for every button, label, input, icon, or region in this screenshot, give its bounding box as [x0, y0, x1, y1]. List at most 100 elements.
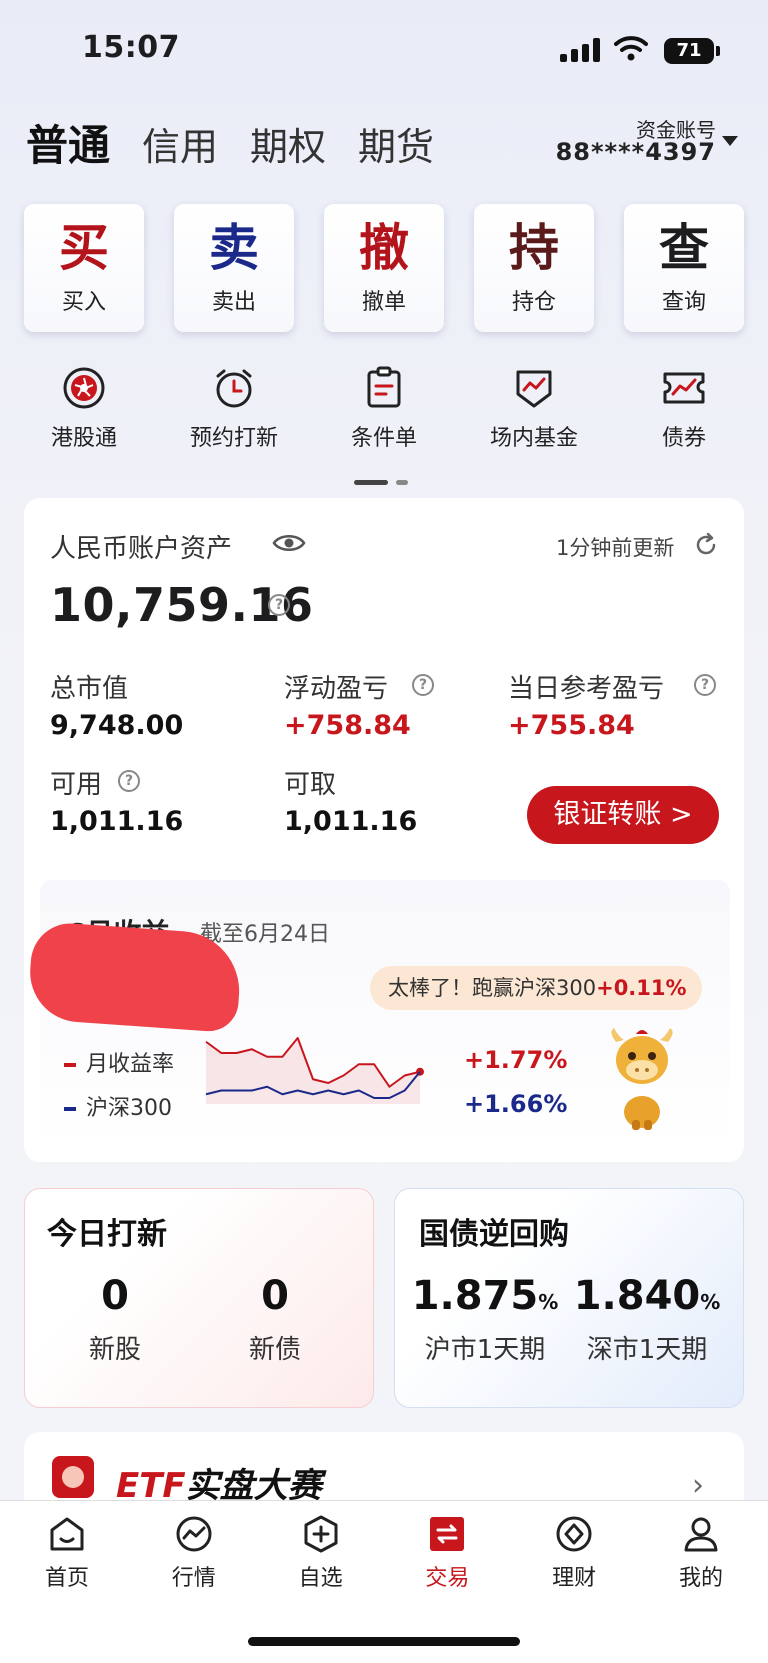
nav-label: 理财 — [552, 1566, 597, 1591]
signal-icon — [560, 38, 602, 62]
bottom-nav-items: 首页 行情 自选 交易 理财 我的 — [4, 1514, 764, 1592]
legend-monthly-return: 月收益率 — [64, 1046, 174, 1078]
floating-pnl-value: +758.84 — [284, 710, 411, 741]
query-button[interactable]: 查 查询 — [624, 204, 744, 332]
page-indicator — [354, 472, 416, 491]
new-stock-count: 0 — [101, 1273, 129, 1319]
shortcut-conditional-order[interactable]: 条件单 — [309, 366, 459, 452]
nav-trade[interactable]: 交易 — [384, 1514, 510, 1592]
tab-futures[interactable]: 期货 — [358, 116, 434, 171]
alarm-clock-icon — [216, 369, 252, 408]
nav-wealth[interactable]: 理财 — [511, 1514, 637, 1592]
query-label: 查询 — [661, 290, 706, 315]
wifi-icon — [614, 34, 648, 66]
buy-button[interactable]: 买 买入 — [24, 204, 144, 332]
market-value: 9,748.00 — [50, 710, 184, 741]
withdrawable-value: 1,011.16 — [284, 806, 418, 837]
nav-label: 交易 — [425, 1566, 470, 1591]
account-number[interactable]: 88****4397 — [556, 138, 716, 166]
eye-icon[interactable] — [272, 532, 306, 558]
bubble-text: 太棒了！跑赢沪深300 — [388, 976, 597, 1000]
legend-csi300: 沪深300 — [64, 1090, 172, 1122]
query-char: 查 — [659, 218, 709, 277]
shortcut-row: 港股通 预约打新 条件单 场内基金 债券 — [24, 366, 744, 452]
status-time: 15:07 — [82, 30, 180, 65]
bond-ticket-icon — [663, 372, 705, 404]
nav-label: 我的 — [678, 1566, 723, 1591]
watchlist-add-icon — [304, 1515, 338, 1553]
sh-rate-value: 1.875 — [411, 1273, 539, 1319]
help-icon[interactable]: ? — [118, 770, 140, 792]
cancel-label: 撤单 — [361, 290, 406, 315]
shortcut-ipo-reserve[interactable]: 预约打新 — [159, 366, 309, 452]
cancel-order-button[interactable]: 撤 撤单 — [324, 204, 444, 332]
sh-label: 沪市1天期 — [424, 1335, 546, 1365]
shortcut-label: 场内基金 — [489, 426, 578, 451]
tab-credit[interactable]: 信用 — [142, 116, 218, 171]
legend-label: 月收益率 — [86, 1052, 175, 1077]
new-stock-label: 新股 — [88, 1335, 141, 1365]
trade-actions: 买 买入 卖 卖出 撤 撤单 持 持仓 查 查询 — [24, 204, 744, 332]
market-chart-icon — [176, 1516, 212, 1552]
help-icon[interactable]: ? — [694, 674, 716, 696]
sz-label: 深市1天期 — [586, 1335, 708, 1365]
buy-label: 买入 — [61, 290, 106, 315]
nav-profile[interactable]: 我的 — [638, 1514, 764, 1592]
new-bond-count: 0 — [261, 1273, 289, 1319]
market-value-label: 总市值 — [50, 674, 129, 704]
outperform-bubble: 太棒了！跑赢沪深300+0.11% — [370, 966, 702, 1010]
tab-normal[interactable]: 普通 — [26, 112, 110, 173]
wealth-diamond-icon — [556, 1516, 592, 1552]
ipo-today-card[interactable]: 今日打新 0 新股 0 新债 — [24, 1188, 374, 1408]
etf-logo-icon — [52, 1456, 94, 1498]
daily-pnl-value: +755.84 — [508, 710, 635, 741]
nav-home[interactable]: 首页 — [4, 1514, 130, 1592]
monthly-subtitle: 截至6月24日 — [200, 922, 330, 947]
shortcut-exchange-fund[interactable]: 场内基金 — [459, 366, 609, 452]
shortcut-hk-connect[interactable]: 港股通 — [9, 366, 159, 452]
hong-kong-flower-icon — [63, 367, 105, 409]
ox-mascot-icon — [611, 1028, 673, 1130]
refresh-icon[interactable] — [694, 532, 718, 561]
help-icon[interactable]: ? — [268, 594, 290, 616]
nav-market[interactable]: 行情 — [131, 1514, 257, 1592]
sell-char: 卖 — [209, 218, 259, 277]
reverse-repo-card[interactable]: 国债逆回购 1.875% 沪市1天期 1.840% 深市1天期 — [394, 1188, 744, 1408]
monthly-return-chart — [205, 1037, 424, 1104]
shortcut-label: 条件单 — [350, 426, 417, 451]
sell-button[interactable]: 卖 卖出 — [174, 204, 294, 332]
sell-label: 卖出 — [211, 290, 256, 315]
profile-icon — [684, 1517, 718, 1552]
positions-button[interactable]: 持 持仓 — [474, 204, 594, 332]
shortcut-bonds[interactable]: 债券 — [609, 366, 759, 452]
sz-rate-value: 1.840 — [573, 1273, 701, 1319]
chevron-right-icon[interactable]: › — [692, 1468, 704, 1503]
available-value: 1,011.16 — [50, 806, 184, 837]
account-dropdown-icon[interactable] — [722, 136, 738, 146]
shortcut-label: 港股通 — [50, 426, 117, 451]
positions-char: 持 — [509, 218, 559, 277]
update-time: 1分钟前更新 — [556, 536, 675, 560]
nav-watchlist[interactable]: 自选 — [258, 1514, 384, 1592]
positions-label: 持仓 — [511, 290, 556, 315]
shortcut-label: 债券 — [661, 426, 706, 451]
floating-pnl-label: 浮动盈亏 — [284, 674, 389, 704]
home-indicator — [248, 1637, 520, 1646]
help-icon[interactable]: ? — [412, 674, 434, 696]
trade-exchange-icon — [430, 1517, 465, 1551]
nav-label: 行情 — [171, 1566, 216, 1591]
tab-options[interactable]: 期权 — [250, 116, 326, 171]
battery-icon: 71 — [664, 38, 720, 64]
asset-title: 人民币账户资产 — [50, 534, 233, 564]
sh-rate: 1.875% — [405, 1273, 565, 1319]
account-type-tabs: 普通 信用 期权 期货 — [26, 112, 434, 173]
available-label: 可用 — [50, 770, 103, 800]
nav-label: 首页 — [44, 1566, 89, 1591]
bank-transfer-button[interactable]: 银证转账 > — [527, 786, 719, 844]
daily-pnl-label: 当日参考盈亏 — [508, 674, 665, 704]
sz-rate: 1.840% — [567, 1273, 727, 1319]
bubble-pct: +0.11% — [596, 976, 687, 1000]
ipo-title: 今日打新 — [47, 1217, 167, 1252]
sh-rate-unit: % — [538, 1290, 559, 1314]
nav-label: 自选 — [298, 1566, 343, 1591]
